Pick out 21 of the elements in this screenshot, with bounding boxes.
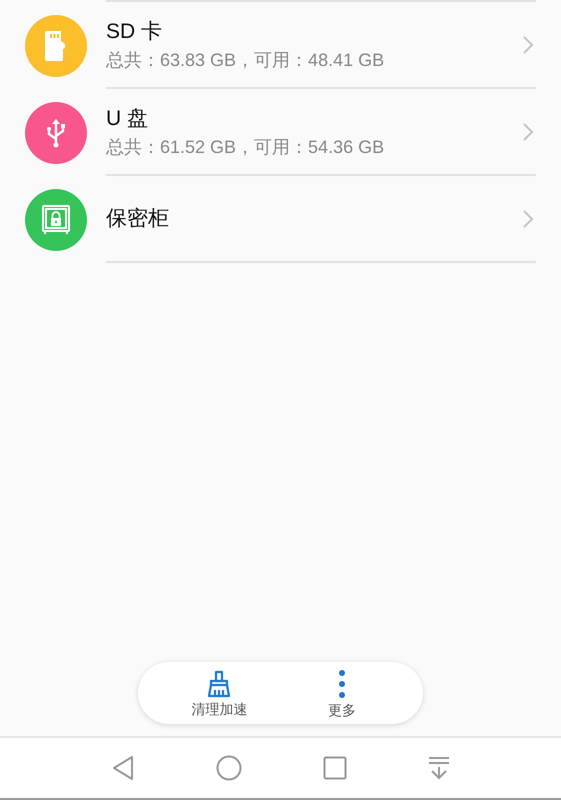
- storage-row[interactable]: U 盘 总共：61.52 GB，可用：54.36 GB: [0, 89, 561, 176]
- chevron-right-icon: [522, 208, 534, 228]
- clean-button[interactable]: 清理加速: [174, 670, 264, 716]
- storage-title: U 盘: [106, 106, 149, 132]
- safe-icon: [42, 204, 70, 234]
- memory-card-icon: [45, 30, 67, 60]
- recents-icon[interactable]: [323, 756, 348, 780]
- more-button[interactable]: 更多: [296, 668, 387, 718]
- pull-down-icon[interactable]: [428, 756, 450, 780]
- storage-title: 保密柜: [106, 206, 170, 232]
- home-icon[interactable]: [216, 755, 242, 781]
- chevron-right-icon: [522, 34, 534, 54]
- storage-title: SD 卡: [106, 18, 164, 44]
- storage-detail: 总共：61.52 GB，可用：54.36 GB: [106, 136, 386, 158]
- storage-detail: 总共：63.83 GB，可用：48.41 GB: [106, 48, 386, 70]
- back-icon[interactable]: [110, 755, 135, 781]
- storage-row[interactable]: SD 卡 总共：63.83 GB，可用：48.41 GB: [0, 2, 561, 89]
- usb-icon: [45, 116, 67, 148]
- more-icon: [338, 668, 346, 698]
- storage-row[interactable]: 保密柜: [0, 176, 561, 263]
- chevron-right-icon: [522, 122, 534, 142]
